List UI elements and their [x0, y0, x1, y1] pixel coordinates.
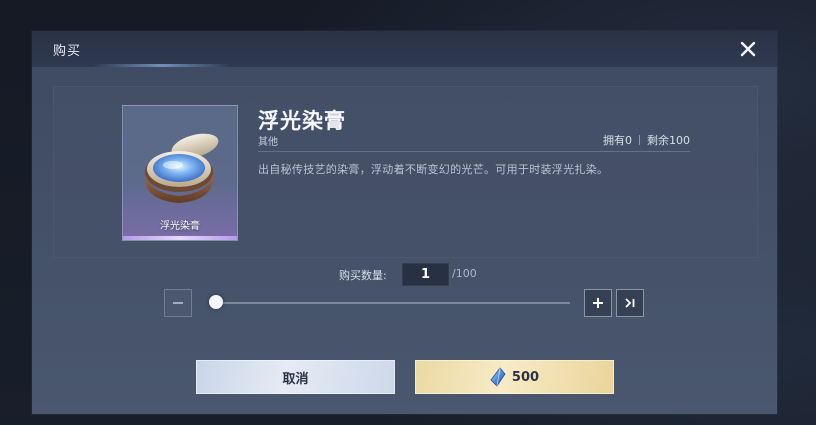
quantity-row: 购买数量: 1 /100 [32, 263, 777, 286]
cancel-button-label: 取消 [282, 371, 309, 387]
quantity-max: /100 [452, 267, 477, 280]
remaining-count: 剩余100 [647, 134, 690, 147]
item-description: 出自秘传技艺的染膏，浮动着不断变幻的光芒。可用于时装浮光扎染。 [258, 163, 609, 176]
title-glow-decoration [92, 64, 232, 67]
item-name: 浮光染膏 [258, 109, 346, 133]
buy-price: 500 [511, 369, 540, 385]
item-card-label: 浮光染膏 [160, 221, 200, 232]
max-quantity-button[interactable] [616, 289, 644, 317]
close-button[interactable] [737, 38, 759, 60]
dialog-title: 购买 [53, 44, 82, 59]
plus-icon [593, 298, 603, 308]
minus-icon [173, 302, 183, 304]
increase-button[interactable] [584, 289, 612, 317]
buy-button[interactable]: 500 [415, 360, 614, 394]
cancel-button[interactable]: 取消 [196, 360, 395, 394]
item-category: 其他 [258, 137, 278, 148]
close-icon [740, 41, 756, 57]
quantity-input[interactable]: 1 [402, 263, 449, 286]
item-card: 浮光染膏 [122, 105, 238, 241]
skip-to-max-icon [625, 298, 635, 308]
stock-info: 拥有0 剩余100 [603, 132, 690, 148]
item-info-panel: 浮光染膏 浮光染膏 其他 拥有0 剩余100 出自秘传技艺的染膏，浮动着不断变幻… [53, 86, 758, 258]
quantity-slider-row [32, 289, 777, 317]
info-divider [258, 151, 690, 152]
decrease-button[interactable] [164, 289, 192, 317]
owned-count: 拥有0 [603, 134, 632, 147]
stock-separator [639, 135, 640, 145]
crystal-gem-icon [490, 367, 506, 387]
dye-jar-icon [145, 133, 219, 203]
quantity-slider-track[interactable] [212, 302, 570, 304]
rarity-bar [123, 236, 237, 240]
quantity-label: 购买数量: [339, 269, 387, 282]
quantity-slider-thumb[interactable] [208, 295, 223, 309]
purchase-dialog: 购买 浮光染膏 浮光染膏 其他 拥有0 剩余100 出自秘传技艺的染膏，浮动着不… [32, 31, 777, 414]
dialog-titlebar: 购买 [32, 31, 777, 68]
